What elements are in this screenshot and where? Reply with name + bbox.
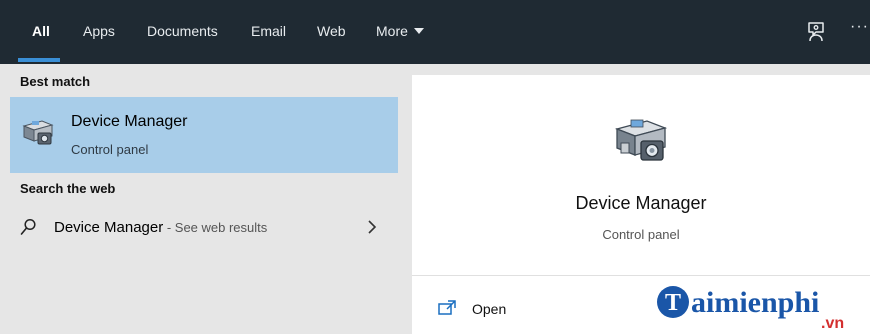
results-list: Best match Device Manager Control panel … xyxy=(0,64,400,334)
tab-all[interactable]: All xyxy=(32,22,50,40)
search-icon xyxy=(20,218,36,235)
best-match-result[interactable]: Device Manager Control panel xyxy=(10,97,398,173)
tab-more-label: More xyxy=(376,23,408,39)
more-options-icon[interactable]: ··· xyxy=(850,18,870,40)
open-action[interactable]: Open xyxy=(438,297,558,321)
chevron-right-icon[interactable] xyxy=(366,218,378,236)
open-label: Open xyxy=(472,301,507,317)
active-tab-indicator xyxy=(18,58,60,62)
open-window-icon xyxy=(438,300,456,315)
best-match-heading: Best match xyxy=(20,74,91,89)
tab-web[interactable]: Web xyxy=(317,22,346,40)
divider xyxy=(412,275,870,276)
tab-email[interactable]: Email xyxy=(251,22,286,40)
web-result-text: Device Manager - See web results xyxy=(54,219,267,236)
tab-apps[interactable]: Apps xyxy=(83,22,115,40)
search-web-heading: Search the web xyxy=(20,181,116,196)
best-match-subtitle: Control panel xyxy=(71,142,149,157)
watermark-text: aimienphi xyxy=(691,286,819,319)
watermark-suffix: .vn xyxy=(821,315,844,330)
web-result-suffix: - See web results xyxy=(163,220,268,235)
best-match-title: Device Manager xyxy=(71,113,188,130)
feedback-icon[interactable] xyxy=(805,20,827,42)
taimienphi-watermark-logo: T aimienphi .vn xyxy=(657,286,844,330)
device-manager-icon xyxy=(22,120,54,145)
caret-down-icon xyxy=(413,28,424,34)
preview-title: Device Manager xyxy=(575,193,707,213)
search-filter-bar: All Apps Documents Email Web More ··· xyxy=(0,0,870,64)
watermark-logo-letter: T xyxy=(665,290,681,316)
tab-more[interactable]: More xyxy=(376,22,424,40)
web-result-title: Device Manager xyxy=(54,219,164,236)
device-manager-icon xyxy=(614,119,668,161)
tab-documents[interactable]: Documents xyxy=(147,22,218,40)
web-search-result[interactable]: Device Manager - See web results xyxy=(10,210,398,246)
preview-subtitle: Control panel xyxy=(602,227,680,242)
